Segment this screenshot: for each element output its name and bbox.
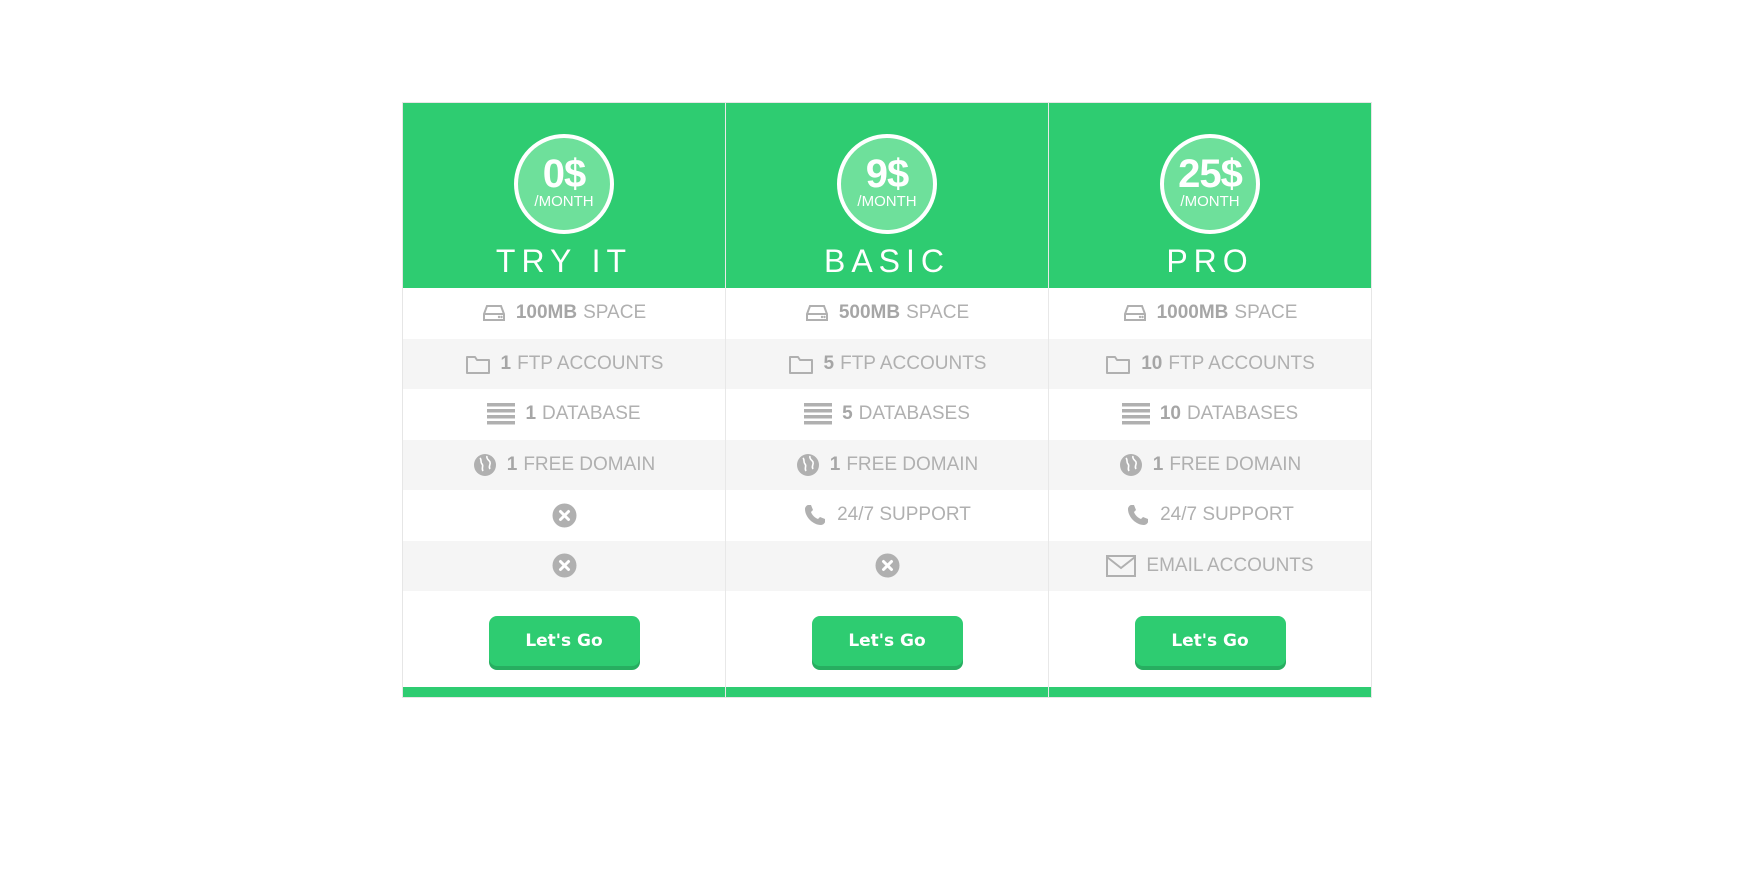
price-amount: 9$	[865, 152, 909, 196]
plan-card-pro: 25$ /MONTH PRO 1000MB SPACE 10 FTP ACCOU…	[1049, 103, 1371, 697]
database-icon	[487, 403, 516, 425]
phone-icon	[803, 503, 827, 527]
hard-drive-icon	[1123, 303, 1147, 323]
feature-label: SPACE	[906, 302, 970, 324]
feature-label: FTP ACCOUNTS	[840, 352, 987, 374]
hard-drive-icon	[482, 303, 506, 323]
feature-domain: 1 FREE DOMAIN	[1049, 439, 1371, 490]
database-icon	[804, 403, 833, 425]
plan-card-basic: 9$ /MONTH BASIC 500MB SPACE 5 FTP ACCOUN…	[726, 103, 1049, 697]
cta-area: Let's Go	[1049, 591, 1371, 697]
feature-label: FREE DOMAIN	[846, 453, 979, 475]
feature-label: 24/7 SUPPORT	[837, 504, 971, 526]
x-circle-icon	[875, 553, 900, 578]
feature-label: FTP ACCOUNTS	[1168, 352, 1315, 374]
x-circle-icon	[552, 503, 577, 528]
folder-icon	[788, 353, 814, 375]
hard-drive-icon	[805, 303, 829, 323]
price-amount: 25$	[1178, 152, 1243, 196]
plan-name: BASIC	[823, 243, 951, 279]
globe-icon	[1119, 453, 1143, 477]
feature-label: SPACE	[1234, 302, 1298, 324]
feature-label: FTP ACCOUNTS	[517, 352, 664, 374]
feature-ftp: 10 FTP ACCOUNTS	[1049, 338, 1371, 389]
feature-label: FREE DOMAIN	[1169, 453, 1302, 475]
lets-go-button[interactable]: Let's Go	[488, 616, 640, 666]
feature-support-unavailable	[403, 490, 725, 541]
pricing-table: 0$ /MONTH TRY IT 100MB SPACE 1 FTP ACCOU…	[402, 102, 1372, 698]
price-period: /MONTH	[857, 193, 917, 210]
price-circle: 25$ /MONTH	[1160, 134, 1260, 234]
lets-go-button[interactable]: Let's Go	[811, 616, 963, 666]
plan-footer-bar	[403, 687, 725, 697]
folder-icon	[465, 353, 491, 375]
feature-label: 24/7 SUPPORT	[1160, 504, 1294, 526]
plan-header: 9$ /MONTH BASIC	[726, 103, 1048, 288]
plan-header: 25$ /MONTH PRO	[1049, 103, 1371, 288]
folder-icon	[1105, 353, 1131, 375]
x-circle-icon	[552, 553, 577, 578]
plan-header: 0$ /MONTH TRY IT	[403, 103, 725, 288]
price-amount: 0$	[542, 152, 586, 196]
feature-label: FREE DOMAIN	[523, 453, 656, 475]
feature-value: 5	[842, 403, 853, 425]
feature-database: 5 DATABASES	[726, 389, 1048, 440]
feature-space: 500MB SPACE	[726, 288, 1048, 339]
plan-card-try-it: 0$ /MONTH TRY IT 100MB SPACE 1 FTP ACCOU…	[403, 103, 726, 697]
feature-list: 1000MB SPACE 10 FTP ACCOUNTS 10 DATABASE…	[1049, 288, 1371, 591]
cta-area: Let's Go	[726, 591, 1048, 697]
price-period: /MONTH	[534, 193, 594, 210]
feature-database: 10 DATABASES	[1049, 389, 1371, 440]
plan-footer-bar	[1049, 687, 1371, 697]
plan-footer-bar	[726, 687, 1048, 697]
feature-domain: 1 FREE DOMAIN	[726, 439, 1048, 490]
feature-label: DATABASES	[858, 403, 970, 425]
feature-value: 1	[500, 352, 512, 374]
feature-domain: 1 FREE DOMAIN	[403, 439, 725, 490]
feature-value: 1	[1152, 453, 1164, 475]
feature-value: 1000MB	[1156, 302, 1229, 324]
feature-label: EMAIL ACCOUNTS	[1146, 554, 1314, 576]
feature-value: 100MB	[515, 302, 578, 324]
feature-value: 10	[1159, 403, 1181, 425]
feature-value: 1	[506, 453, 518, 475]
feature-database: 1 DATABASE	[403, 389, 725, 440]
phone-icon	[1126, 503, 1150, 527]
price-circle: 0$ /MONTH	[514, 134, 614, 234]
feature-list: 100MB SPACE 1 FTP ACCOUNTS 1 DATABASE 1 …	[403, 288, 725, 591]
feature-support: 24/7 SUPPORT	[1049, 490, 1371, 541]
feature-label: DATABASES	[1186, 403, 1299, 425]
feature-ftp: 5 FTP ACCOUNTS	[726, 338, 1048, 389]
feature-support: 24/7 SUPPORT	[726, 490, 1048, 541]
plan-name: TRY IT	[495, 243, 633, 279]
feature-label: DATABASE	[542, 403, 641, 425]
globe-icon	[473, 453, 497, 477]
feature-value: 1	[829, 453, 841, 475]
feature-ftp: 1 FTP ACCOUNTS	[403, 338, 725, 389]
feature-email: EMAIL ACCOUNTS	[1049, 540, 1371, 591]
cta-area: Let's Go	[403, 591, 725, 697]
lets-go-button[interactable]: Let's Go	[1134, 616, 1286, 666]
feature-email-unavailable	[403, 540, 725, 591]
feature-list: 500MB SPACE 5 FTP ACCOUNTS 5 DATABASES 1…	[726, 288, 1048, 591]
feature-value: 10	[1141, 352, 1163, 374]
feature-label: SPACE	[583, 302, 647, 324]
price-circle: 9$ /MONTH	[837, 134, 937, 234]
feature-value: 5	[823, 352, 835, 374]
feature-value: 500MB	[838, 302, 901, 324]
feature-space: 1000MB SPACE	[1049, 288, 1371, 339]
plan-name: PRO	[1166, 243, 1254, 279]
price-period: /MONTH	[1180, 193, 1240, 210]
database-icon	[1121, 403, 1150, 425]
feature-value: 1	[525, 403, 537, 425]
feature-space: 100MB SPACE	[403, 288, 725, 339]
globe-icon	[796, 453, 820, 477]
feature-email-unavailable	[726, 540, 1048, 591]
envelope-icon	[1106, 554, 1137, 577]
